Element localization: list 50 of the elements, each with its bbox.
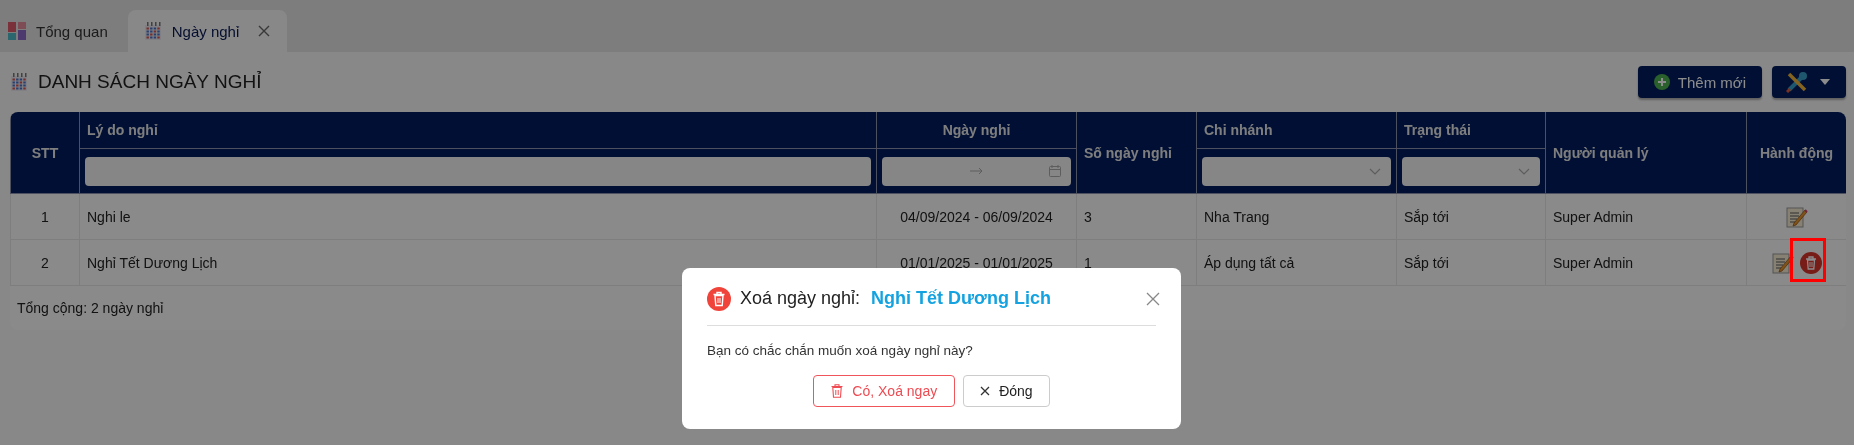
select-field[interactable]	[1202, 156, 1391, 186]
table-cell: Nghi le	[79, 193, 877, 240]
column-header: Số ngày nghỉ	[1076, 112, 1197, 194]
trash-icon	[707, 286, 731, 311]
table-cell: Sắp tới	[1396, 193, 1546, 240]
select-field[interactable]	[1402, 156, 1540, 186]
column-header: Trạng thái	[1396, 112, 1546, 149]
calendar-icon	[10, 73, 28, 91]
caret-icon	[1820, 79, 1830, 85]
trash-icon	[831, 384, 844, 398]
calendar-icon	[143, 22, 162, 40]
close-button[interactable]: Đóng	[963, 375, 1050, 407]
table-cell: 3	[1076, 193, 1197, 240]
wrench-screwdriver-icon	[1786, 71, 1808, 93]
edit-icon[interactable]	[1785, 205, 1808, 228]
dashboard-icon	[8, 22, 26, 40]
table-cell: Sắp tới	[1396, 239, 1546, 286]
table-cell: Super Admin	[1545, 193, 1747, 240]
column-header: STT	[10, 112, 80, 194]
chevron-down-icon	[1369, 167, 1381, 175]
column-header: Hành động	[1746, 112, 1846, 194]
table-cell: 2	[10, 239, 80, 286]
page-title: DANH SÁCH NGÀY NGHỈ	[38, 71, 262, 93]
dialog-subject: Nghỉ Tết Dương Lịch	[871, 288, 1051, 309]
close-icon	[980, 386, 991, 396]
calendar-icon	[1049, 165, 1061, 177]
dialog-title: Xoá ngày nghỉ:	[740, 288, 861, 309]
table-cell: 1	[10, 193, 80, 240]
close-icon[interactable]	[1146, 292, 1160, 306]
tab[interactable]: Ngày nghỉ	[127, 10, 288, 52]
confirm-delete-button[interactable]: Có, Xoá ngay	[813, 375, 956, 407]
column-header: Ngày nghỉ	[876, 112, 1077, 149]
tools-button[interactable]	[1772, 66, 1846, 98]
date-range-field[interactable]	[882, 156, 1071, 186]
column-header: Chi nhánh	[1196, 112, 1397, 149]
filter-field[interactable]	[85, 156, 871, 186]
total-count: Tổng cộng: 2 ngày nghỉ	[17, 300, 164, 316]
table-cell: Áp dụng tất cả	[1196, 239, 1397, 286]
table-cell: 04/09/2024 - 06/09/2024	[876, 193, 1077, 240]
chevron-down-icon	[1518, 167, 1530, 175]
delete-icon[interactable]	[1799, 251, 1822, 274]
table-cell: Nha Trang	[1196, 193, 1397, 240]
plus-icon	[1653, 74, 1670, 90]
add-button[interactable]: Thêm mới	[1637, 66, 1762, 98]
dialog-message: Bạn có chắc chắn muốn xoá ngày nghỉ này?	[707, 343, 974, 358]
column-header: Người quản lý	[1545, 112, 1747, 194]
arrow-right-icon	[969, 167, 984, 175]
table-cell: Super Admin	[1545, 239, 1747, 286]
close-icon[interactable]	[257, 24, 272, 38]
column-header: Lý do nghỉ	[79, 112, 877, 149]
